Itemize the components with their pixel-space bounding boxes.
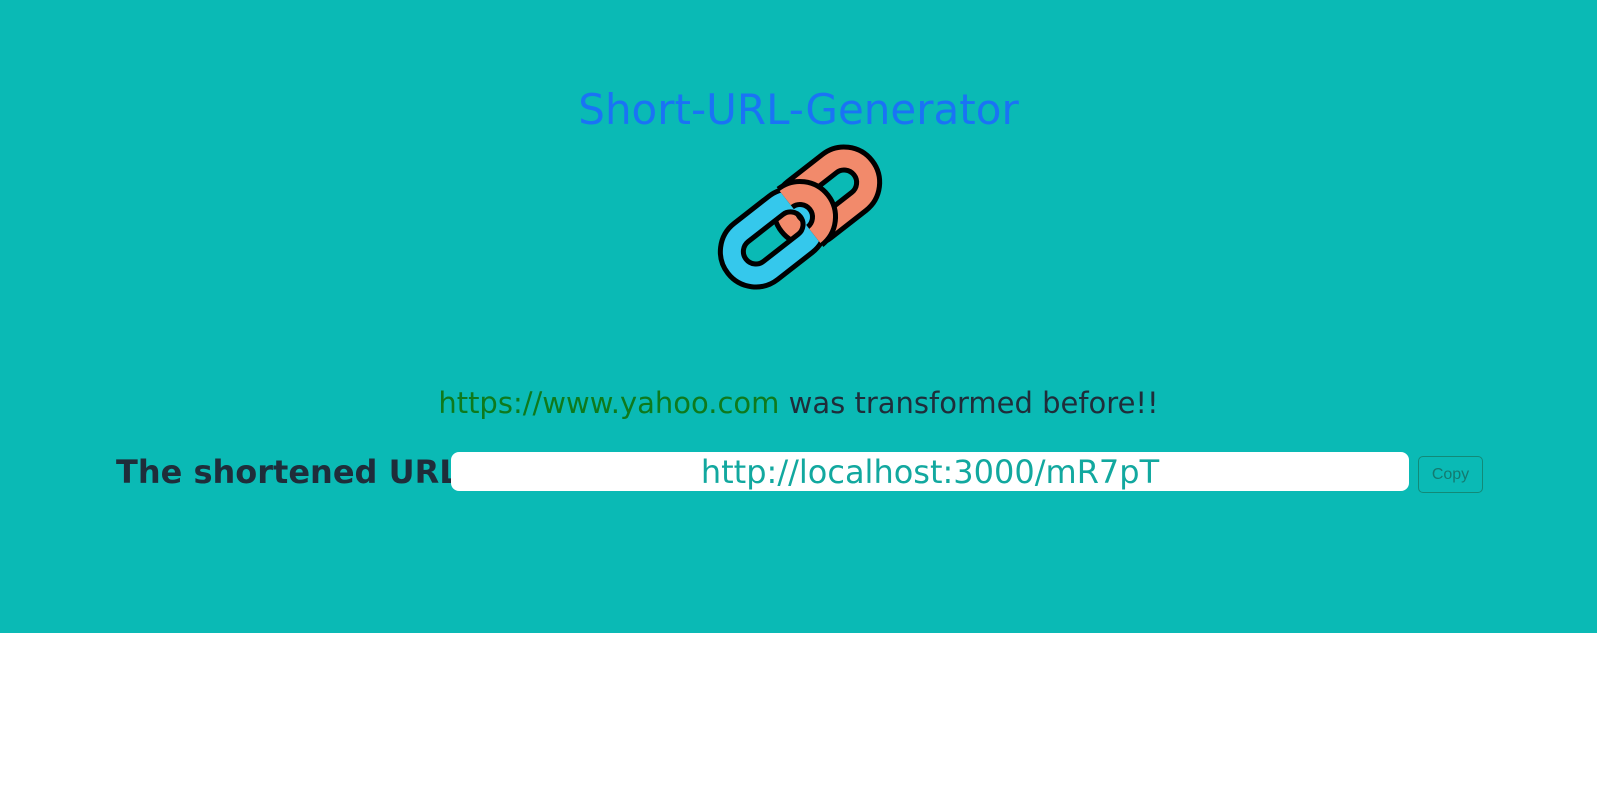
shortened-url-label: The shortened URL = xyxy=(116,453,498,491)
copy-button[interactable]: Copy xyxy=(1418,456,1483,493)
transform-message: https://www.yahoo.com was transformed be… xyxy=(0,383,1597,423)
transform-message-suffix: was transformed before!! xyxy=(779,386,1159,420)
original-url: https://www.yahoo.com xyxy=(438,386,780,420)
shortened-url-field[interactable] xyxy=(451,452,1409,491)
chain-link-icon xyxy=(717,144,883,290)
hero-section: Short-URL-Generator https://www.yahoo.co… xyxy=(0,0,1597,633)
page-title: Short-URL-Generator xyxy=(578,85,1019,134)
